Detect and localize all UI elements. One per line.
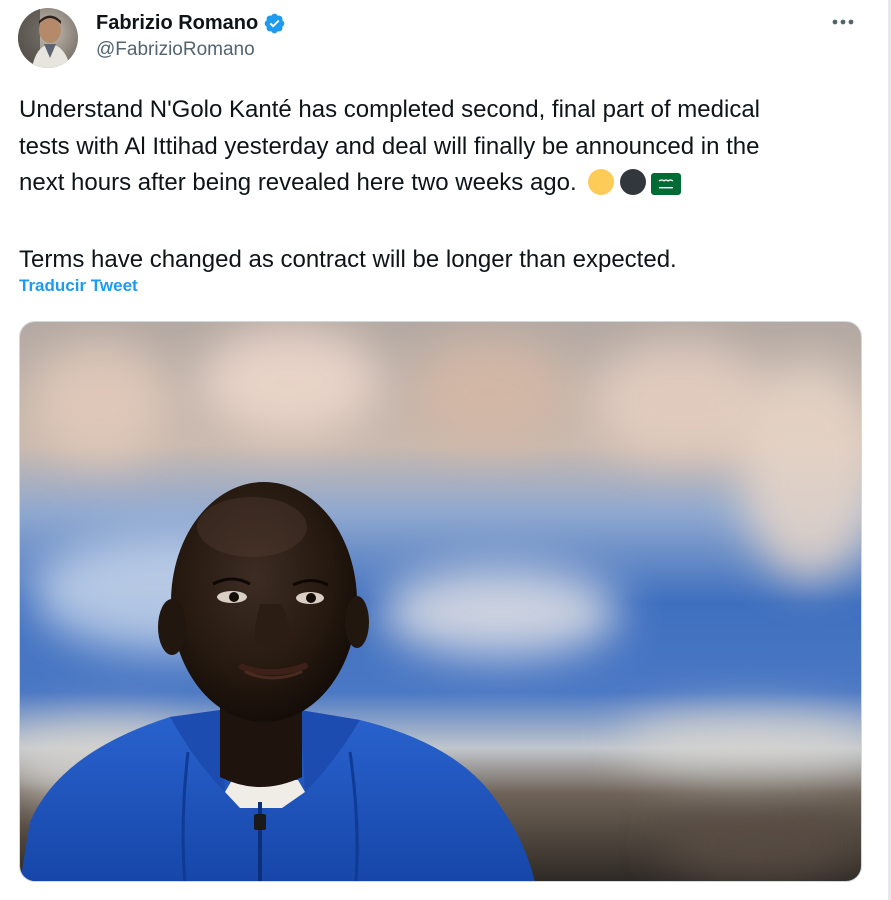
tweet-line-text: Understand N'Golo Kanté has completed se… [19,96,760,123]
more-options-icon [832,19,854,25]
more-options-button[interactable] [825,8,861,36]
author-display-name: Fabrizio Romano [96,11,259,34]
tweet-media-photo[interactable] [19,321,862,882]
tweet-line-text: tests with Al Ittihad yesterday and deal… [19,132,760,160]
tweet-line: tests with Al Ittihad yesterday and deal… [19,129,869,166]
tweet-text: Understand N'Golo Kanté has completed se… [19,92,869,278]
author-handle[interactable]: @FabrizioRomano [96,39,255,61]
black-circle-icon [619,168,647,208]
photo-of-player-in-blue-hoodie-icon [20,322,861,881]
verified-badge-icon [263,12,286,35]
yellow-circle-icon [587,168,615,208]
translate-tweet-link[interactable]: Traducir Tweet [19,276,138,296]
author-avatar[interactable] [18,8,78,68]
tweet-line: next hours after being revealed here two… [19,165,869,208]
tweet-line-text: next hours after being revealed here two… [19,169,577,196]
tweet-line: Terms have changed as contract will be l… [19,242,869,279]
saudi-arabia-flag-icon [651,171,682,208]
author-name-link[interactable]: Fabrizio Romano [96,10,286,36]
tweet-card: Fabrizio Romano @FabrizioRomano Understa… [0,0,891,900]
profile-photo-icon [18,8,78,68]
tweet-line-text: Terms have changed as contract will be l… [19,245,677,273]
tweet-line: Understand N'Golo Kanté has completed se… [19,92,869,129]
